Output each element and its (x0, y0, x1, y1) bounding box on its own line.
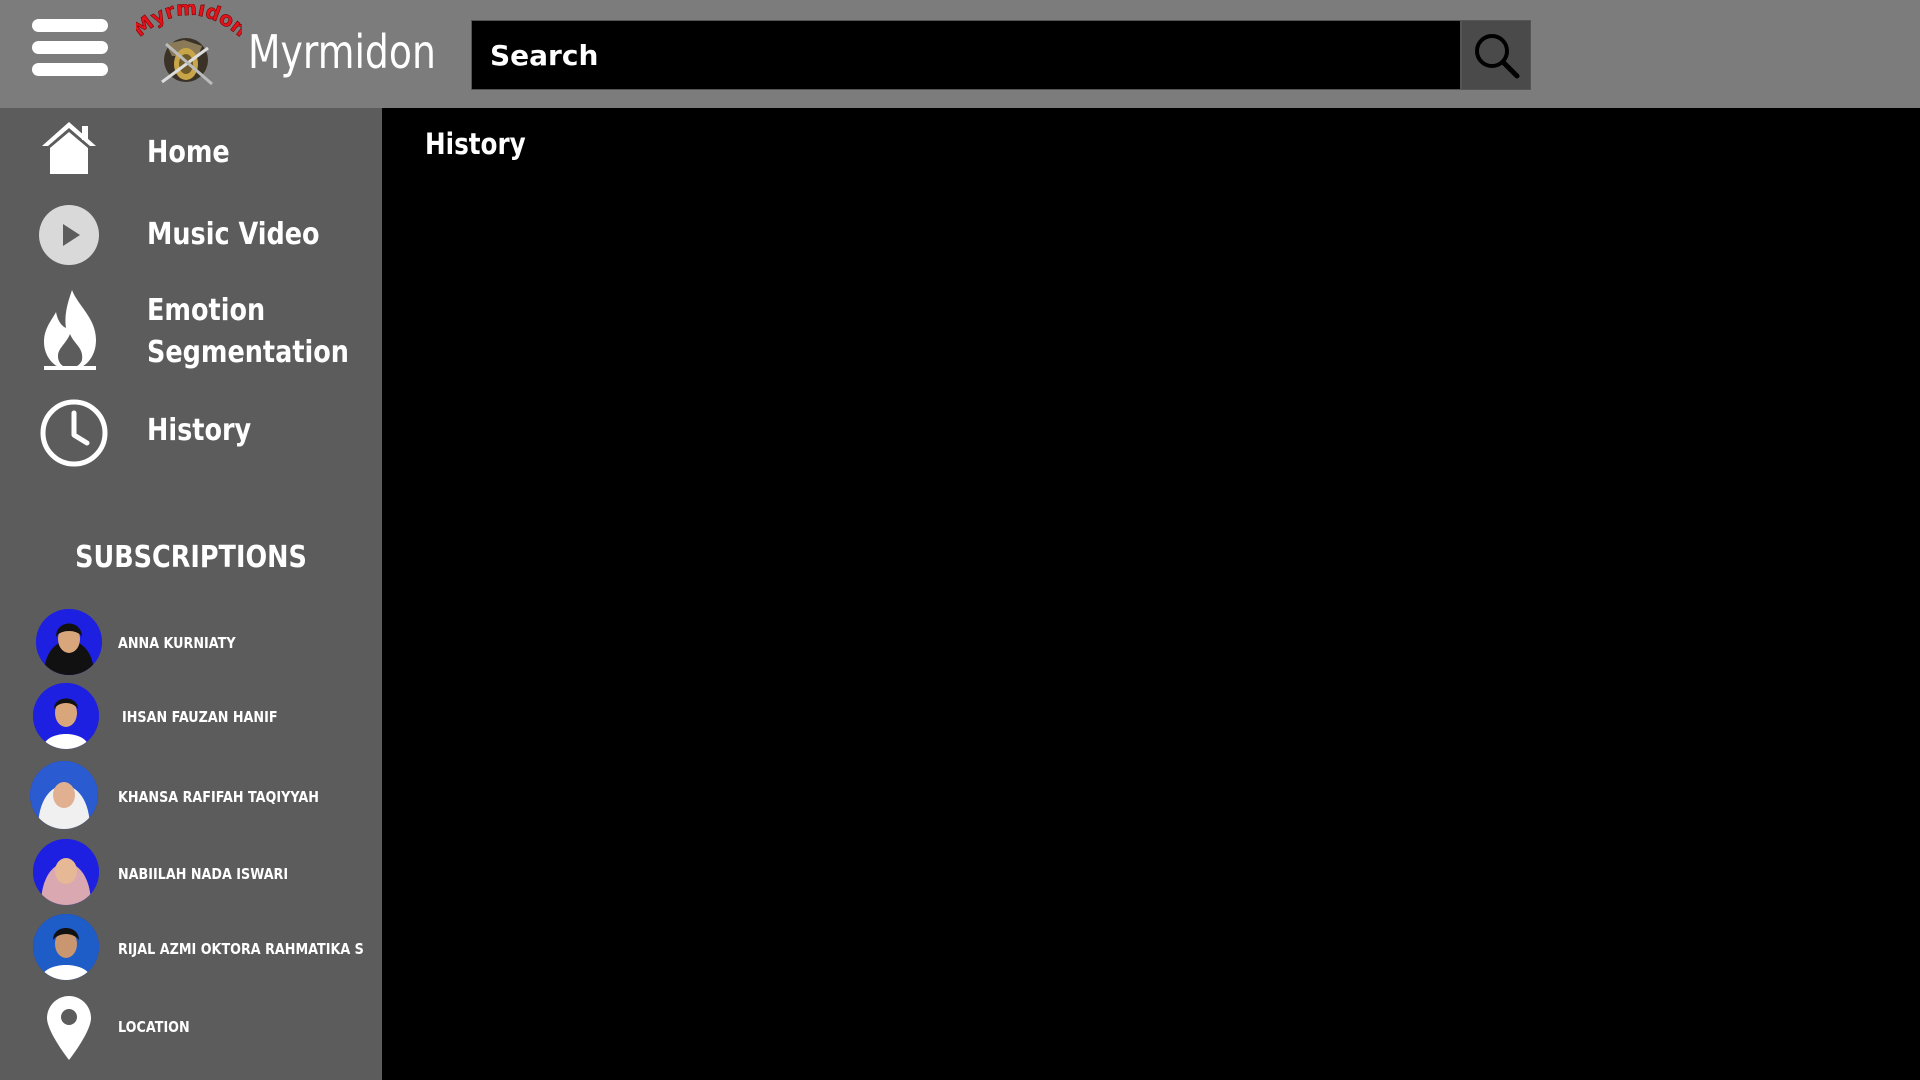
sidebar-item-label: Home (147, 135, 230, 170)
subscription-item[interactable]: RIJAL AZMI OKTORA RAHMATIKA S (0, 914, 382, 984)
sidebar-item-label: History (147, 413, 252, 448)
svg-text:Myrmidon: Myrmidon (136, 4, 242, 41)
subscription-item[interactable]: ANNA KURNIATY (0, 608, 382, 678)
location-pin-icon (47, 996, 91, 1060)
app-name[interactable]: Myrmidon (248, 22, 436, 82)
sidebar-item-history[interactable]: History (0, 398, 382, 468)
avatar (33, 683, 99, 749)
location-label: LOCATION (118, 1018, 190, 1036)
home-icon (42, 122, 96, 174)
menu-icon[interactable] (32, 19, 108, 77)
avatar (33, 914, 99, 980)
subscription-item[interactable]: NABIILAH NADA ISWARI (0, 839, 382, 909)
main-content: History (382, 108, 1920, 1080)
subscription-name: IHSAN FAUZAN HANIF (122, 708, 278, 726)
subscription-name: RIJAL AZMI OKTORA RAHMATIKA S (118, 940, 364, 958)
subscription-name: KHANSA RAFIFAH TAQIYYAH (118, 788, 319, 806)
subscription-item[interactable]: KHANSA RAFIFAH TAQIYYAH (0, 760, 382, 830)
sidebar-item-label-line2: Segmentation (147, 335, 349, 370)
sidebar-item-home[interactable]: Home (0, 120, 382, 184)
subscription-name: ANNA KURNIATY (118, 634, 236, 652)
subscriptions-heading: SUBSCRIPTIONS (75, 540, 307, 575)
search-box (471, 20, 1461, 90)
avatar (36, 609, 102, 675)
sidebar-item-label-line1: Emotion (147, 293, 266, 328)
page-title: History (425, 127, 526, 161)
top-bar: Myrmidon Myrmidon (0, 0, 1920, 108)
sidebar-item-music-video[interactable]: Music Video (0, 204, 382, 268)
search-input[interactable] (472, 21, 1460, 89)
sidebar-item-emotion-segmentation[interactable]: Emotion Segmentation (0, 288, 382, 384)
search-icon (1475, 34, 1520, 79)
avatar (30, 761, 98, 829)
subscription-item[interactable]: IHSAN FAUZAN HANIF (0, 682, 382, 752)
clock-icon (40, 399, 108, 467)
play-icon (39, 205, 99, 265)
logo[interactable]: Myrmidon (136, 4, 242, 94)
sidebar: Home Music Video Emotion Segmentation Hi… (0, 108, 382, 1080)
location-item[interactable]: LOCATION (0, 996, 382, 1060)
search-button[interactable] (1461, 20, 1531, 90)
fire-icon (44, 290, 96, 370)
sidebar-item-label: Music Video (147, 217, 320, 252)
subscription-name: NABIILAH NADA ISWARI (118, 865, 289, 883)
avatar (33, 839, 99, 905)
